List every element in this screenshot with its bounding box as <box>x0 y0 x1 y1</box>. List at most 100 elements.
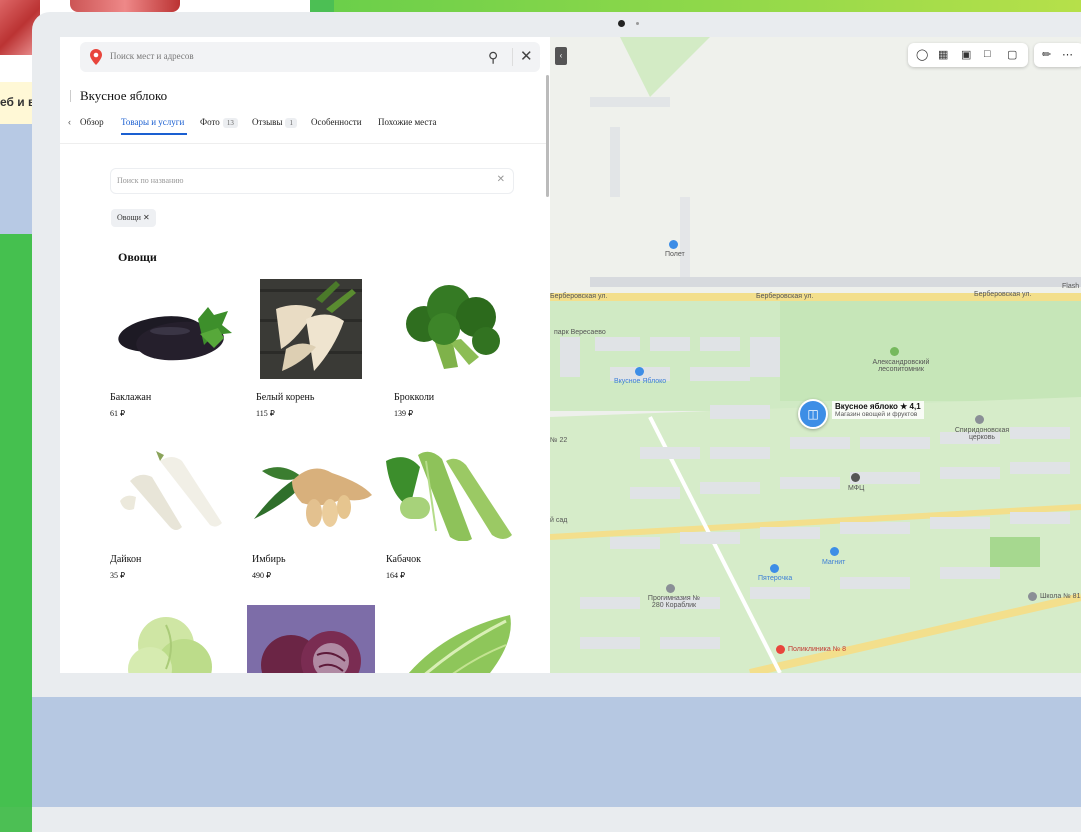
tab-label: Особенности <box>311 117 362 127</box>
divider <box>60 143 548 144</box>
location-pin-icon <box>90 49 102 65</box>
product-search-placeholder: Поиск по названию <box>117 176 184 185</box>
marker-label: Вкусное яблоко ★ 4,1 Магазин овощей и фр… <box>832 401 924 419</box>
map-tools-toolbar: ✏ ⋯ <box>1034 43 1081 67</box>
collapse-panel-button[interactable]: ‹ <box>555 47 567 65</box>
product-price: 35 ₽ <box>110 571 126 580</box>
place-title: Вкусное яблоко <box>80 88 168 103</box>
product-name: Имбирь <box>252 554 286 565</box>
camera-icon <box>618 20 625 27</box>
street-label: Берберовская ул. <box>756 293 814 300</box>
church-icon[interactable] <box>975 415 984 424</box>
camera-icon[interactable]: ▣ <box>961 48 971 61</box>
tab-label: Похожие места <box>378 117 437 127</box>
active-tab-indicator <box>121 133 187 135</box>
street-label: Берберовская ул. <box>974 291 1032 298</box>
search-input[interactable]: Поиск мест и адресов <box>110 51 194 61</box>
shop-icon[interactable] <box>770 564 779 573</box>
close-icon[interactable]: ✕ <box>520 47 533 65</box>
count-badge: 13 <box>222 118 238 128</box>
park-icon[interactable] <box>890 347 899 356</box>
red-cabbage-image <box>247 605 375 673</box>
street-label: Берберовская ул. <box>550 293 608 300</box>
product-price: 164 ₽ <box>386 571 406 580</box>
tablet-bottom <box>32 697 1081 807</box>
clinic-icon[interactable] <box>776 645 785 654</box>
poi-icon[interactable] <box>669 240 678 249</box>
product-price: 115 ₽ <box>256 409 275 418</box>
zucchini-image <box>386 451 512 541</box>
tab-products[interactable]: Товары и услуги <box>121 117 184 127</box>
cabbage-image <box>128 617 212 673</box>
tab-reviews[interactable]: Отзывы 1 <box>252 117 297 128</box>
tab-label: Обзор <box>80 117 104 127</box>
shop-icon[interactable] <box>830 547 839 556</box>
more-icon[interactable]: ⋯ <box>1062 48 1073 61</box>
tab-overview[interactable]: Обзор <box>80 117 104 127</box>
search-icon[interactable]: ⚲ <box>488 49 498 66</box>
map-label: парк Вересаево <box>554 329 606 336</box>
map-label: Александровский лесопитомник <box>872 359 930 373</box>
clear-icon[interactable]: ✕ <box>497 174 505 185</box>
transport-icon[interactable]: □ <box>984 48 991 60</box>
layers-icon[interactable]: ▢ <box>1007 48 1017 61</box>
marker-subtitle: Магазин овощей и фруктов <box>835 411 918 418</box>
product-price: 139 ₽ <box>394 409 414 418</box>
map-label: Школа № 81 <box>1040 593 1081 600</box>
scrollbar-thumb[interactable] <box>546 75 549 197</box>
background-strip <box>334 0 1081 12</box>
eggplant-image <box>118 307 232 361</box>
map-label: й сад <box>550 517 568 524</box>
map-canvas <box>550 37 1081 673</box>
map-label: Пятерочка <box>758 575 793 582</box>
panorama-icon[interactable]: ▦ <box>938 48 948 61</box>
title-divider <box>70 90 71 102</box>
product-name: Белый корень <box>256 392 315 403</box>
basket-icon[interactable]: ◫ <box>798 399 828 429</box>
meat-image-2 <box>70 0 180 12</box>
count-badge: 1 <box>285 118 297 128</box>
map-label: МФЦ <box>848 485 865 492</box>
traffic-icon[interactable]: ◯ <box>916 48 928 61</box>
sensor-icon <box>636 22 639 25</box>
mfc-icon[interactable] <box>851 473 860 482</box>
tab-label: Фото <box>200 117 220 127</box>
map-label: Полет <box>665 251 685 258</box>
product-name: Дайкон <box>110 554 142 565</box>
broccoli-image <box>406 285 500 369</box>
divider <box>512 48 513 66</box>
map-label: Спиридоновская церковь <box>954 427 1010 441</box>
product-name: Брокколи <box>394 392 435 403</box>
tab-label: Отзывы <box>252 117 283 127</box>
parsnip-image <box>260 279 362 379</box>
map-label: № 22 <box>550 437 568 444</box>
product-search-field[interactable]: Поиск по названию ✕ <box>110 168 514 194</box>
tab-bar: Обзор Товары и услуги Фото 13 Отзывы 1 Осо… <box>60 117 548 139</box>
poi-icon[interactable] <box>635 367 644 376</box>
product-price: 61 ₽ <box>110 409 126 418</box>
map-label: Вкусное Яблоко <box>614 378 667 385</box>
tab-photos[interactable]: Фото 13 <box>200 117 238 128</box>
chinese-cabbage-image <box>408 615 511 673</box>
filter-chip[interactable]: Овощи ✕ <box>111 209 156 227</box>
tab-similar[interactable]: Похожие места <box>378 117 436 127</box>
product-name: Кабачок <box>386 554 421 565</box>
school-icon[interactable] <box>666 584 675 593</box>
background-text: еб и в <box>0 95 36 109</box>
marker-title: Вкусное яблоко ★ 4,1 <box>835 402 921 411</box>
map-layers-toolbar: ◯ ▦ ▣ □ ▢ <box>908 43 1028 67</box>
map-label: Магнит <box>822 559 846 566</box>
app-screen: Поиск мест и адресов ⚲ ✕ Вкусное яблоко … <box>60 37 1081 673</box>
ruler-icon[interactable]: ✏ <box>1042 48 1051 61</box>
daikon-image <box>120 451 222 530</box>
tab-features[interactable]: Особенности <box>311 117 362 127</box>
map-label: Поликлиника № 8 <box>788 646 847 653</box>
map-view[interactable]: ‹ ◯ ▦ ▣ □ ▢ ✏ ⋯ Полет Берберовская ул. Б… <box>550 37 1081 673</box>
product-price: 490 ₽ <box>252 571 272 580</box>
search-bar[interactable]: Поиск мест и адресов ⚲ ✕ <box>80 42 540 72</box>
place-panel: Поиск мест и адресов ⚲ ✕ Вкусное яблоко … <box>60 37 549 673</box>
section-title: Овощи <box>118 250 157 264</box>
ginger-image <box>254 467 372 527</box>
map-label: Прогимназия № 280 Кораблик <box>647 595 701 609</box>
school-icon[interactable] <box>1028 592 1037 601</box>
